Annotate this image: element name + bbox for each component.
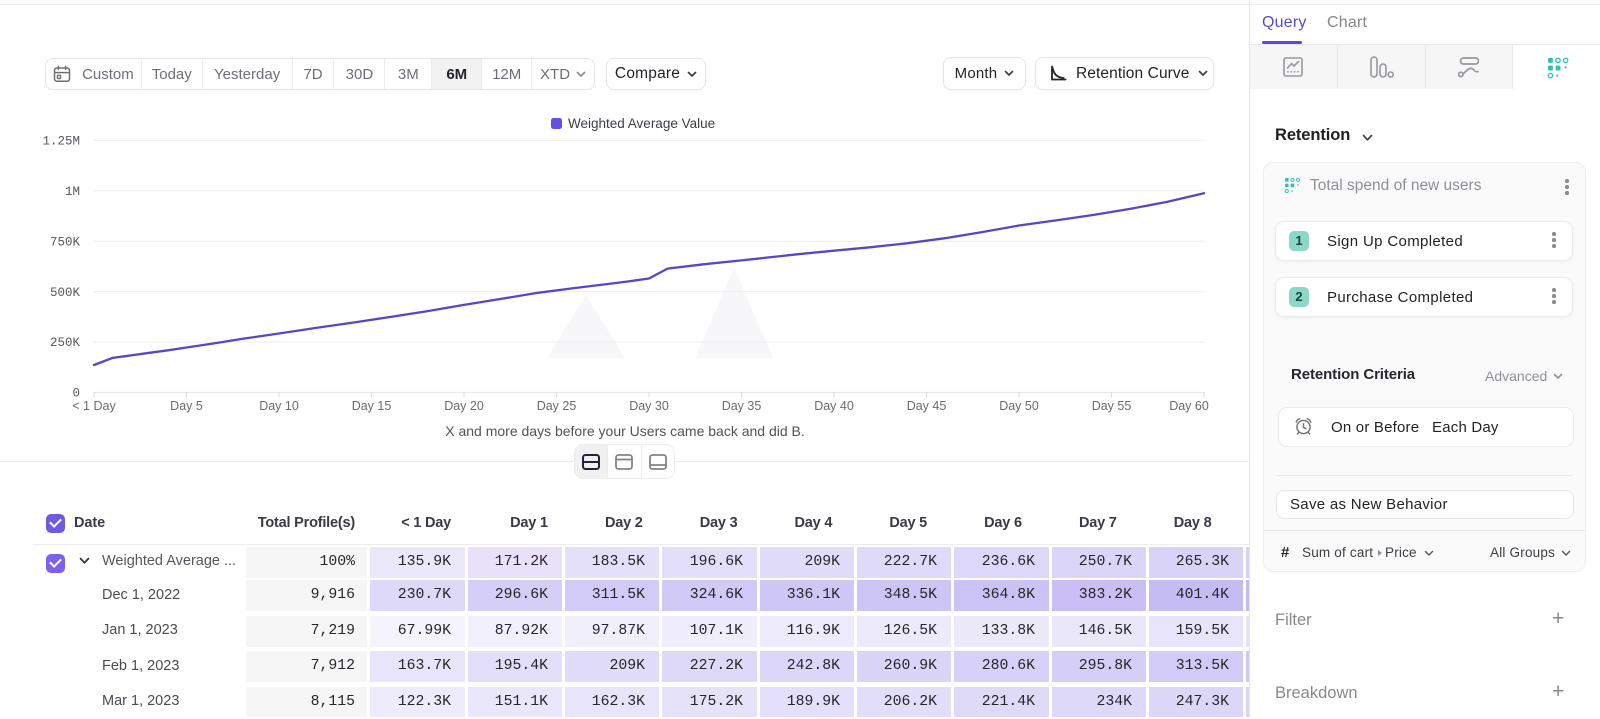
svg-text:Day 30: Day 30 xyxy=(629,399,669,413)
svg-text:Day 10: Day 10 xyxy=(259,399,299,413)
svg-text:1M: 1M xyxy=(65,185,80,199)
svg-text:Day 5: Day 5 xyxy=(170,399,203,413)
svg-text:< 1 Day: < 1 Day xyxy=(72,399,116,413)
svg-text:250K: 250K xyxy=(50,336,81,350)
svg-text:Day 35: Day 35 xyxy=(722,399,762,413)
svg-text:Day 50: Day 50 xyxy=(999,399,1039,413)
svg-text:Day 15: Day 15 xyxy=(352,399,392,413)
svg-text:Day 40: Day 40 xyxy=(814,399,854,413)
svg-text:Day 60: Day 60 xyxy=(1169,399,1209,413)
svg-text:750K: 750K xyxy=(50,235,81,249)
svg-text:Day 20: Day 20 xyxy=(444,399,484,413)
svg-text:1.25M: 1.25M xyxy=(42,135,80,149)
svg-text:Day 55: Day 55 xyxy=(1092,399,1132,413)
svg-text:Day 45: Day 45 xyxy=(907,399,947,413)
svg-text:500K: 500K xyxy=(50,286,81,300)
svg-text:Day 25: Day 25 xyxy=(537,399,577,413)
